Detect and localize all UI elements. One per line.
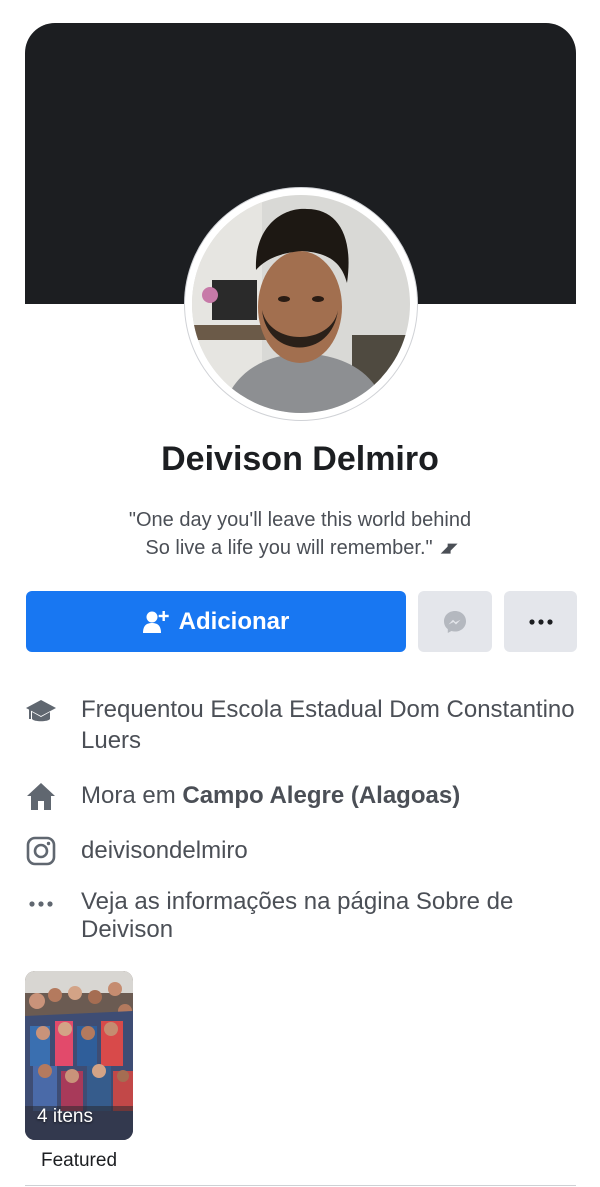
expand-arrows-icon[interactable]: ◢◤	[441, 534, 458, 562]
add-friend-label: Adicionar	[178, 607, 290, 635]
see-more-text[interactable]: Veja as informações na página Sobre de D…	[81, 888, 581, 944]
home-icon	[25, 780, 57, 812]
bio-line: "One day you'll leave this world behind	[128, 509, 472, 531]
more-options-button[interactable]	[504, 591, 577, 652]
education-text: Frequentou Escola Estadual Dom Constanti…	[81, 696, 575, 754]
profile-bio: "One day you'll leave this world behind …	[0, 506, 600, 562]
more-dots-icon	[25, 888, 57, 920]
messenger-icon	[444, 610, 466, 633]
more-options-icon	[528, 618, 553, 625]
bio-line: So live a life you will remember." ◢◤	[0, 534, 600, 562]
avatar[interactable]	[192, 195, 410, 413]
add-friend-button[interactable]: Adicionar	[26, 591, 406, 652]
instagram-icon	[25, 835, 57, 867]
avatar-image	[192, 195, 410, 413]
profile-picture[interactable]	[185, 188, 417, 420]
instagram-handle[interactable]: deivisondelmiro	[81, 835, 581, 866]
featured-collection[interactable]: 4 itens	[25, 971, 133, 1140]
lives-place-link[interactable]: Campo Alegre (Alagoas)	[182, 782, 460, 809]
add-friend-icon	[142, 610, 169, 634]
lives-prefix: Mora em	[81, 782, 183, 809]
bio-line-text: So live a life you will remember."	[145, 537, 433, 559]
graduation-cap-icon	[25, 696, 57, 728]
lives-text: Mora em Campo Alegre (Alagoas)	[81, 780, 581, 811]
featured-label: Featured	[40, 1150, 118, 1171]
profile-name: Deivison Delmiro	[161, 440, 439, 478]
featured-count: 4 itens	[37, 1106, 93, 1127]
message-button[interactable]	[418, 591, 492, 652]
divider	[25, 1185, 576, 1186]
